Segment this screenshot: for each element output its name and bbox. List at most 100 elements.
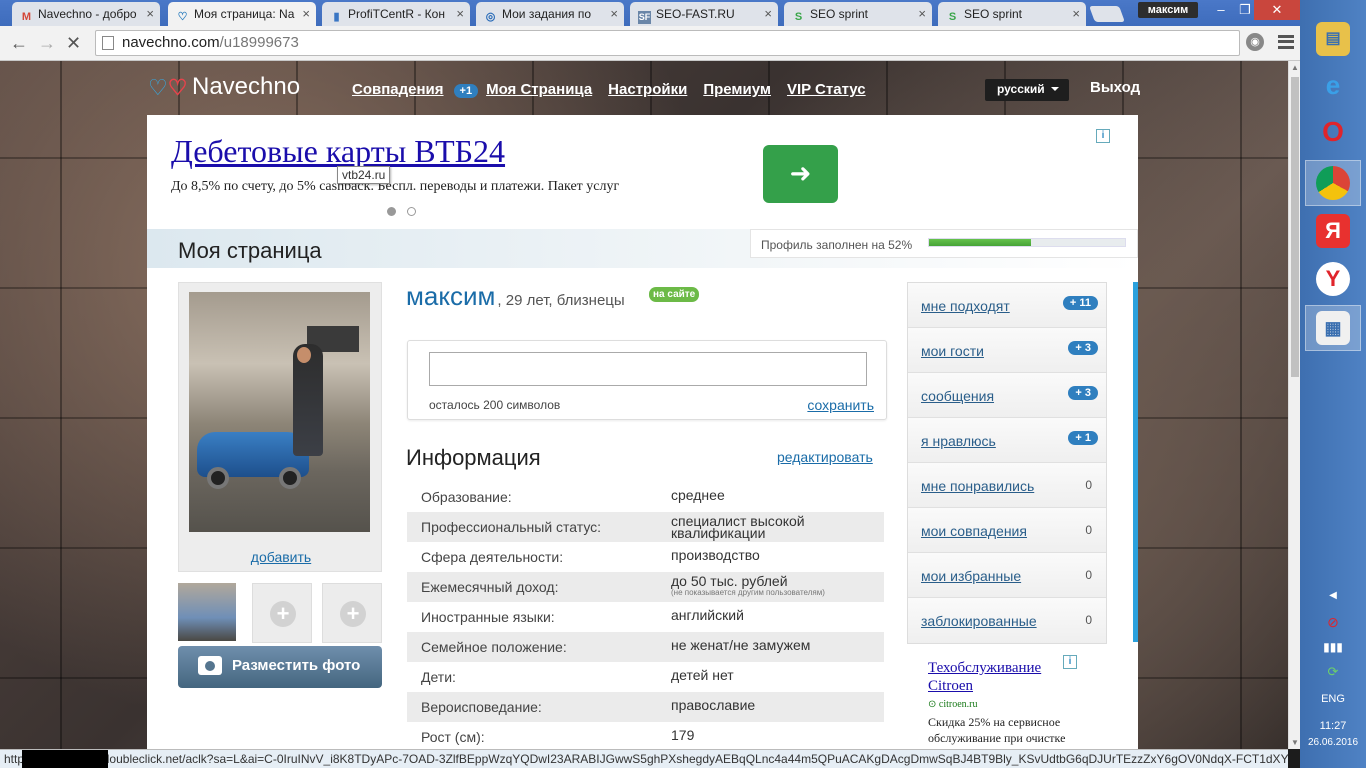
side-item-label: мои гости: [921, 343, 984, 359]
side-ad-url[interactable]: ⊙ citroen.ru: [928, 699, 1088, 710]
tab-seo-sprint-2[interactable]: S SEO sprint ×: [938, 2, 1086, 26]
profile-user-badge[interactable]: максим: [1138, 2, 1198, 18]
info-key: Рост (см):: [421, 729, 485, 745]
info-row: Сфера деятельности: производство: [407, 542, 884, 572]
browser-toolbar: ← → ✕ navechno.com/u18999673 ☆: [0, 26, 1326, 61]
sync-tray-icon[interactable]: ⟳: [1300, 664, 1366, 680]
close-icon[interactable]: ×: [1072, 6, 1080, 21]
show-hidden-icons[interactable]: ◀: [1300, 590, 1366, 601]
add-photo-link[interactable]: добавить: [179, 549, 383, 565]
chrome-menu-icon[interactable]: [1278, 35, 1294, 49]
close-icon[interactable]: ×: [918, 6, 926, 21]
info-value: до 50 тыс. рублей (не показывается другим…: [671, 574, 825, 599]
camera-icon: [198, 656, 222, 675]
info-row: Профессиональный статус: специалист высок…: [407, 512, 884, 542]
site-logo[interactable]: ♡♡ Navechno: [148, 73, 300, 101]
logout-link[interactable]: Выход: [1090, 79, 1140, 96]
count-zero: 0: [1085, 613, 1092, 627]
upload-photo-button[interactable]: Разместить фото: [178, 646, 382, 688]
ad-title[interactable]: Дебетовые карты ВТБ24: [171, 133, 505, 170]
nav-matches[interactable]: Совпадения: [352, 81, 444, 98]
page-scrollbar[interactable]: ▲ ▼: [1288, 61, 1300, 749]
network-tray-icon[interactable]: ▮▮▮: [1300, 640, 1366, 654]
yandex-icon[interactable]: Я: [1316, 214, 1350, 248]
opera-icon[interactable]: O: [1316, 115, 1350, 149]
file-explorer-icon[interactable]: ▤: [1316, 22, 1350, 56]
carousel-dot[interactable]: [407, 207, 416, 216]
tab-tasks[interactable]: ◎ Мои задания по ×: [476, 2, 624, 26]
info-row: Семейное положение: не женат/не замужем: [407, 632, 884, 662]
close-icon[interactable]: ×: [302, 6, 310, 21]
back-icon[interactable]: ←: [10, 33, 28, 54]
status-url: http://googleads.g.doubleclick.net/aclk?…: [4, 752, 1288, 766]
new-tab-button[interactable]: [1089, 6, 1125, 22]
edit-info-link[interactable]: редактировать: [777, 449, 873, 465]
side-item-guests[interactable]: мои гости + 3: [908, 328, 1106, 373]
language-select[interactable]: русский: [985, 79, 1069, 101]
side-item-blocked[interactable]: заблокированные 0: [908, 598, 1106, 643]
language-indicator[interactable]: ENG: [1300, 693, 1366, 705]
info-row: Дети: детей нет: [407, 662, 884, 692]
info-value: православие: [671, 697, 756, 713]
status-input[interactable]: [429, 352, 867, 386]
scroll-down-icon[interactable]: ▼: [1291, 738, 1299, 747]
progress-bar: [928, 238, 1126, 247]
info-key: Дети:: [421, 669, 456, 685]
photo-thumbnail[interactable]: [178, 583, 236, 641]
scroll-thumb[interactable]: [1291, 77, 1299, 377]
carousel-dot[interactable]: [387, 207, 396, 216]
nav-vip[interactable]: VIP Статус: [787, 81, 866, 98]
scroll-up-icon[interactable]: ▲: [1291, 63, 1299, 72]
url-path: /u18999673: [219, 34, 299, 51]
info-key: Образование:: [421, 489, 512, 505]
side-item-suitable[interactable]: мне подходят + 11: [908, 283, 1106, 328]
forward-icon[interactable]: →: [38, 33, 56, 54]
stop-icon[interactable]: ✕: [66, 33, 81, 54]
online-badge: на сайте: [649, 287, 700, 302]
count-badge: + 1: [1068, 431, 1098, 445]
clock-date[interactable]: 26.06.2016: [1300, 737, 1366, 748]
link-icon: ⊙: [928, 699, 939, 710]
window-close-icon[interactable]: ✕: [1254, 0, 1300, 20]
yandex-browser-icon[interactable]: Y: [1316, 262, 1350, 296]
info-row: Ежемесячный доход: до 50 тыс. рублей (не п…: [407, 572, 884, 602]
ie-icon[interactable]: e: [1316, 68, 1350, 102]
info-value: английский: [671, 607, 744, 623]
close-icon[interactable]: ×: [764, 6, 772, 21]
info-key: Вероисповедание:: [421, 699, 542, 715]
side-item-matches[interactable]: мои совпадения 0: [908, 508, 1106, 553]
ad-info-icon[interactable]: i: [1096, 129, 1110, 143]
address-bar[interactable]: navechno.com/u18999673 ☆: [95, 30, 1326, 56]
news-icon[interactable]: ▦: [1316, 311, 1350, 345]
empty-photo-slot[interactable]: +: [322, 583, 382, 643]
site-header: ♡♡ Navechno Совпадения +1 Моя Страница Настр…: [0, 61, 1288, 115]
nav-my-page[interactable]: Моя Страница: [486, 81, 592, 98]
tab-profitcentr[interactable]: ▮ ProfiTCentR - Кон ×: [322, 2, 470, 26]
tab-navechno[interactable]: M Navechno - добро ×: [12, 2, 160, 26]
seo-sprint-icon: S: [794, 11, 803, 23]
tab-title: Мои задания по: [502, 7, 592, 21]
chrome-icon[interactable]: [1316, 166, 1350, 200]
side-item-i-liked[interactable]: мне понравились 0: [908, 463, 1106, 508]
close-icon[interactable]: ×: [146, 6, 154, 21]
side-item-liked-me[interactable]: я нравлюсь + 1: [908, 418, 1106, 463]
tab-seo-sprint-1[interactable]: S SEO sprint ×: [784, 2, 932, 26]
nav-settings[interactable]: Настройки: [608, 81, 687, 98]
close-icon[interactable]: ×: [456, 6, 464, 21]
ad-arrow-button[interactable]: ➜: [763, 145, 838, 203]
info-title: Информация: [406, 445, 541, 470]
nav-premium[interactable]: Премиум: [703, 81, 771, 98]
clock-time[interactable]: 11:27: [1300, 720, 1366, 732]
tab-seo-fast[interactable]: SF SEO-FAST.RU ×: [630, 2, 778, 26]
side-item-messages[interactable]: сообщения + 3: [908, 373, 1106, 418]
save-status-link[interactable]: сохранить: [807, 397, 874, 413]
profile-photo[interactable]: [189, 292, 370, 532]
empty-photo-slot[interactable]: +: [252, 583, 312, 643]
ad-info-icon[interactable]: i: [1063, 655, 1077, 669]
count-zero: 0: [1085, 478, 1092, 492]
extension-globe-icon[interactable]: ◉: [1246, 33, 1264, 51]
side-item-favorites[interactable]: мои избранные 0: [908, 553, 1106, 598]
tab-my-page[interactable]: ♡ Моя страница: Na ×: [168, 2, 316, 26]
close-icon[interactable]: ×: [610, 6, 618, 21]
antivirus-tray-icon[interactable]: ⊘: [1300, 614, 1366, 631]
